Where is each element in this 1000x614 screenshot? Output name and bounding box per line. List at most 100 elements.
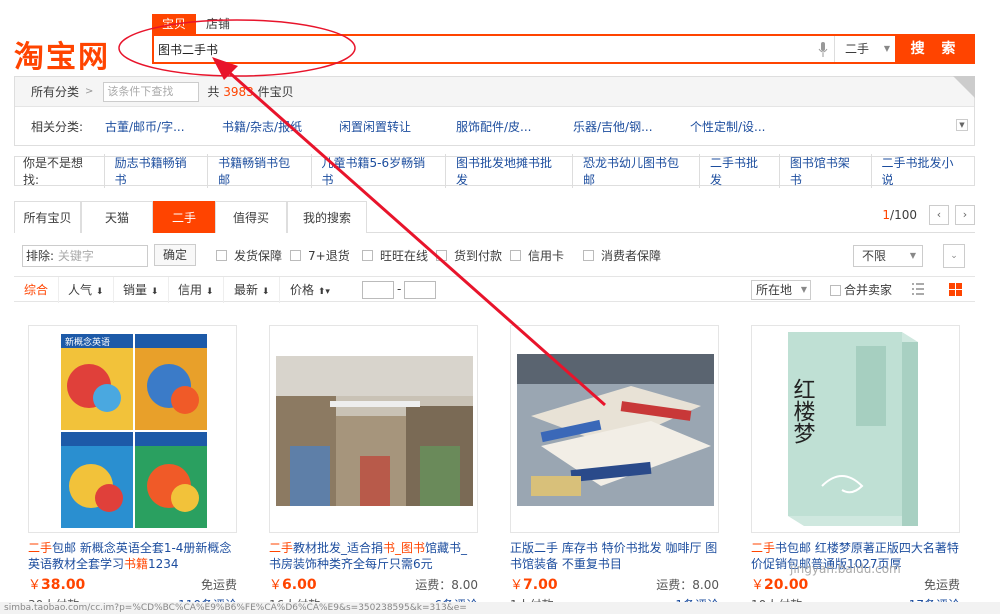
related-category-link[interactable]: 乐器/吉他/钢...: [573, 118, 690, 135]
count-value: 3983: [223, 85, 254, 99]
currency-symbol: ￥: [510, 578, 524, 593]
related-category-link[interactable]: 服饰配件/皮...: [456, 118, 573, 135]
suggest-link[interactable]: 励志书籍畅销书: [103, 154, 207, 188]
product-title[interactable]: 二手包邮 新概念英语全套1-4册新概念英语教材全套学习书籍1234: [28, 540, 237, 574]
tab-worth-buying[interactable]: 值得买: [215, 201, 287, 233]
checkbox-box[interactable]: [510, 250, 521, 261]
merge-label: 合并卖家: [844, 283, 893, 297]
title-highlight: 书籍: [124, 557, 149, 571]
exclude-placeholder: 关键字: [57, 249, 94, 263]
condition-search-input[interactable]: 该条件下查找: [103, 81, 200, 102]
related-category-link[interactable]: 书籍/杂志/报纸: [222, 118, 339, 135]
count-suffix: 件宝贝: [257, 85, 294, 99]
checkbox-label: 发货保障: [234, 249, 283, 263]
grid-view-icon[interactable]: [949, 283, 962, 296]
product-image[interactable]: 红楼梦: [751, 325, 960, 533]
tab-my-search[interactable]: 我的搜索: [287, 201, 367, 233]
chevron-down-icon: ▼: [883, 44, 890, 53]
product-card[interactable]: 新概念英语 二手包邮 新概念英语全套1-4册新概念英语教材全套学习书籍1234 …: [28, 325, 237, 614]
checkbox-wangwang-online[interactable]: 旺旺在线: [362, 247, 428, 264]
search-button[interactable]: 搜 索: [897, 34, 975, 64]
product-title[interactable]: 正版二手 库存书 特价书批发 咖啡厅 图书馆装备 不重复书目: [510, 540, 719, 574]
tab-shops[interactable]: 店铺: [196, 14, 240, 34]
pager: 1 /100 ‹ ›: [882, 205, 975, 225]
hongloumeng-book-image: 红楼梦: [752, 326, 959, 532]
sort-label: 销量: [123, 283, 148, 297]
suggest-link[interactable]: 图书馆书架书: [778, 154, 871, 188]
tab-secondhand[interactable]: 二手: [153, 201, 215, 233]
product-image[interactable]: [269, 325, 478, 533]
arrow-down-icon: ⬇: [261, 287, 270, 297]
condition-select[interactable]: 二手 ▼: [834, 36, 896, 62]
suggest-link[interactable]: 图书批发地摊书批发: [444, 154, 572, 188]
checkbox-box[interactable]: [362, 250, 373, 261]
product-card[interactable]: 二手教材批发_适合捐书_图书馆藏书_书房装饰种类齐全每斤只需6元 ￥6.00 运…: [269, 325, 478, 614]
tab-items[interactable]: 宝贝: [152, 14, 197, 34]
suggest-link[interactable]: 恐龙书幼儿图书包邮: [571, 154, 699, 188]
related-categories: 相关分类: 古董/邮币/字... 书籍/杂志/报纸 闲置闲置转让 服饰配件/皮.…: [15, 107, 974, 145]
currency-symbol: ￥: [269, 578, 283, 593]
price-max-input[interactable]: [404, 281, 436, 299]
sort-sales[interactable]: 销量 ⬇: [113, 277, 170, 303]
suggest-link[interactable]: 二手书批发小说: [870, 154, 974, 188]
sort-label: 人气: [68, 283, 93, 297]
sort-price[interactable]: 价格 ⬆▾: [280, 277, 340, 303]
book-pile-image: [511, 326, 718, 532]
prev-page-button[interactable]: ‹: [929, 205, 949, 225]
related-category-link[interactable]: 闲置闲置转让: [339, 118, 456, 135]
currency-symbol: ￥: [751, 578, 765, 593]
checkbox-box[interactable]: [290, 250, 301, 261]
next-page-button[interactable]: ›: [955, 205, 975, 225]
product-image[interactable]: 新概念英语: [28, 325, 237, 533]
sort-label: 最新: [234, 283, 259, 297]
suggest-link[interactable]: 二手书批发: [698, 154, 779, 188]
related-category-link[interactable]: 古董/邮币/字...: [105, 118, 222, 135]
checkbox-box[interactable]: [436, 250, 447, 261]
title-highlight: 二手: [28, 541, 53, 555]
tab-tmall[interactable]: 天猫: [81, 201, 153, 233]
list-view-icon[interactable]: [912, 283, 924, 295]
sort-default[interactable]: 综合: [14, 277, 60, 303]
related-category-link[interactable]: 个性定制/设...: [690, 118, 807, 135]
checkbox-box[interactable]: [830, 284, 841, 296]
checkbox-consumer-protection[interactable]: 消费者保障: [583, 247, 661, 264]
suggestions-bar: 你是不是想找: 励志书籍畅销书 书籍畅销书包邮 儿童书籍5-6岁畅销书 图书批发…: [14, 154, 975, 188]
checkbox-cod[interactable]: 货到付款: [436, 247, 502, 264]
sort-credit[interactable]: 信用 ⬇: [168, 277, 225, 303]
sort-popularity[interactable]: 人气 ⬇: [58, 277, 115, 303]
microphone-icon[interactable]: [818, 42, 828, 58]
all-categories-link[interactable]: 所有分类: [31, 83, 79, 100]
currency-symbol: ￥: [28, 578, 42, 593]
exclude-keyword-input[interactable]: 排除: 关键字: [22, 245, 148, 267]
suggest-link[interactable]: 儿童书籍5-6岁畅销书: [310, 154, 445, 188]
confirm-button[interactable]: 确定: [154, 244, 196, 266]
count-prefix: 共: [207, 85, 220, 99]
chevron-down-icon: ▼: [909, 251, 916, 260]
search-input[interactable]: 图书二手书: [158, 41, 218, 58]
checkbox-shipping-guarantee[interactable]: 发货保障: [216, 247, 282, 264]
checkbox-credit-card[interactable]: 信用卡: [510, 247, 564, 264]
tab-all-items[interactable]: 所有宝贝: [14, 201, 81, 233]
checkbox-box[interactable]: [216, 250, 227, 261]
search-box: 图书二手书 二手 ▼: [152, 34, 897, 64]
checkbox-box[interactable]: [583, 250, 594, 261]
category-panel: 所有分类 > 该条件下查找 共 3983 件宝贝 相关分类: 古董/邮币/字..…: [14, 76, 975, 146]
price-min-input[interactable]: [362, 281, 394, 299]
location-select[interactable]: 所在地 ▼: [751, 280, 811, 300]
product-price: ￥20.00: [751, 574, 808, 593]
product-card[interactable]: 正版二手 库存书 特价书批发 咖啡厅 图书馆装备 不重复书目 ￥7.00 运费：…: [510, 325, 719, 614]
product-title[interactable]: 二手教材批发_适合捐书_图书馆藏书_书房装饰种类齐全每斤只需6元: [269, 540, 478, 574]
price-value: 38.00: [41, 577, 86, 593]
merge-sellers-checkbox[interactable]: 合并卖家: [830, 277, 892, 303]
product-image[interactable]: [510, 325, 719, 533]
taobao-logo[interactable]: 淘宝网: [14, 32, 110, 76]
expand-filters-icon[interactable]: ⌄: [943, 244, 965, 268]
filter-options: 排除: 关键字 确定 发货保障 7+退货 旺旺在线 货到付款 信用卡 消费者保障…: [14, 241, 975, 273]
suggest-link[interactable]: 书籍畅销书包邮: [207, 154, 310, 188]
no-limit-select[interactable]: 不限 ▼: [853, 245, 923, 267]
shipping-fee: 运费：8.00: [415, 578, 478, 592]
corner-fold-icon: [953, 76, 975, 98]
expand-categories-icon[interactable]: ▼: [956, 119, 968, 131]
sort-newest[interactable]: 最新 ⬇: [224, 277, 281, 303]
checkbox-7day-return[interactable]: 7+退货: [290, 247, 350, 264]
